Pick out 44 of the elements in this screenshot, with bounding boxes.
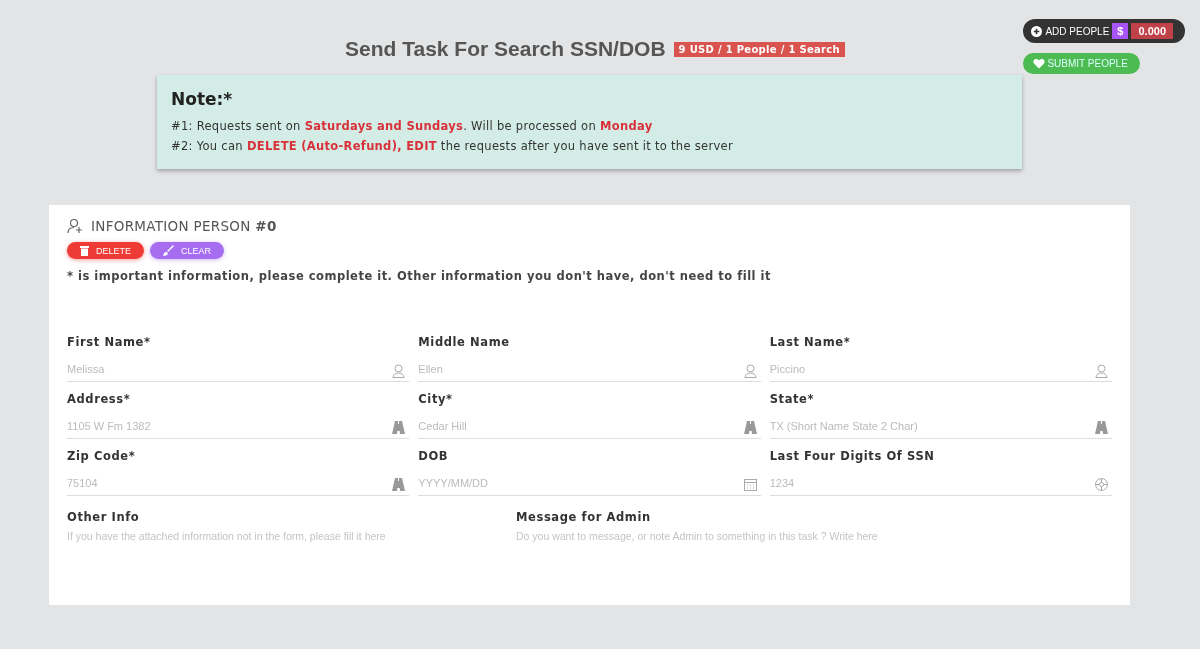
- field-label: Other Info: [67, 510, 141, 524]
- input-field[interactable]: YYYY/MM/DD: [418, 469, 761, 496]
- clear-button[interactable]: CLEAR: [150, 242, 225, 259]
- section-title: INFORMATION PERSON #0: [91, 218, 277, 234]
- page-title: Send Task For Search SSN/DOB: [345, 37, 666, 61]
- plus-icon: [1031, 25, 1043, 37]
- brush-icon: [163, 245, 174, 256]
- input-field[interactable]: Ellen: [418, 355, 761, 382]
- road-icon: [1095, 421, 1108, 434]
- hint-text: * is important information, please complete it. Other information you don't have, don't need to fill it: [67, 269, 772, 283]
- field-label: Address*: [67, 392, 132, 406]
- delete-button[interactable]: DELETE: [67, 242, 144, 259]
- add-people-button[interactable]: ADD PEOPLE: [1031, 25, 1110, 37]
- road-icon: [743, 421, 757, 434]
- field-label: First Name*: [67, 335, 152, 349]
- road-icon: [392, 421, 406, 434]
- person-icon: [1095, 364, 1108, 378]
- note-text: #2: You can DELETE (Auto-Refund), EDIT the requests after you have sent it to the server: [171, 139, 734, 153]
- calendar-icon: [743, 478, 757, 491]
- field-label: Last Name*: [769, 335, 852, 349]
- person-icon: [392, 364, 406, 378]
- input-field[interactable]: Piccino: [769, 355, 1112, 382]
- person-icon: [67, 218, 83, 234]
- field-label: Last Four Digits Of SSN: [769, 449, 936, 463]
- input-field[interactable]: 1234: [769, 469, 1112, 496]
- note-title: Note:*: [171, 89, 234, 109]
- price-badge: 9 USD / 1 People / 1 Search: [673, 41, 845, 57]
- field-label: State*: [769, 392, 816, 406]
- field-label: Zip Code*: [67, 449, 137, 463]
- trash-icon: [80, 245, 89, 256]
- field-label: City*: [418, 392, 454, 406]
- dial-icon: [1095, 478, 1108, 491]
- field-label: DOB: [418, 449, 450, 463]
- field-label: Middle Name: [418, 335, 511, 349]
- balance-badge: 0.000: [1131, 23, 1173, 39]
- person-icon: [743, 364, 757, 378]
- field-label: Message for Admin: [516, 510, 652, 524]
- road-icon: [392, 478, 406, 491]
- currency-badge: $: [1112, 23, 1129, 39]
- heart-icon: [1033, 58, 1046, 69]
- submit-people-button[interactable]: SUBMIT PEOPLE: [1023, 53, 1140, 74]
- note-text: #1: Requests sent on Saturdays and Sundays. Will be processed on Monday: [171, 119, 654, 133]
- input-field[interactable]: Melissa: [67, 355, 410, 382]
- input-field[interactable]: TX (Short Name State 2 Char): [769, 412, 1112, 439]
